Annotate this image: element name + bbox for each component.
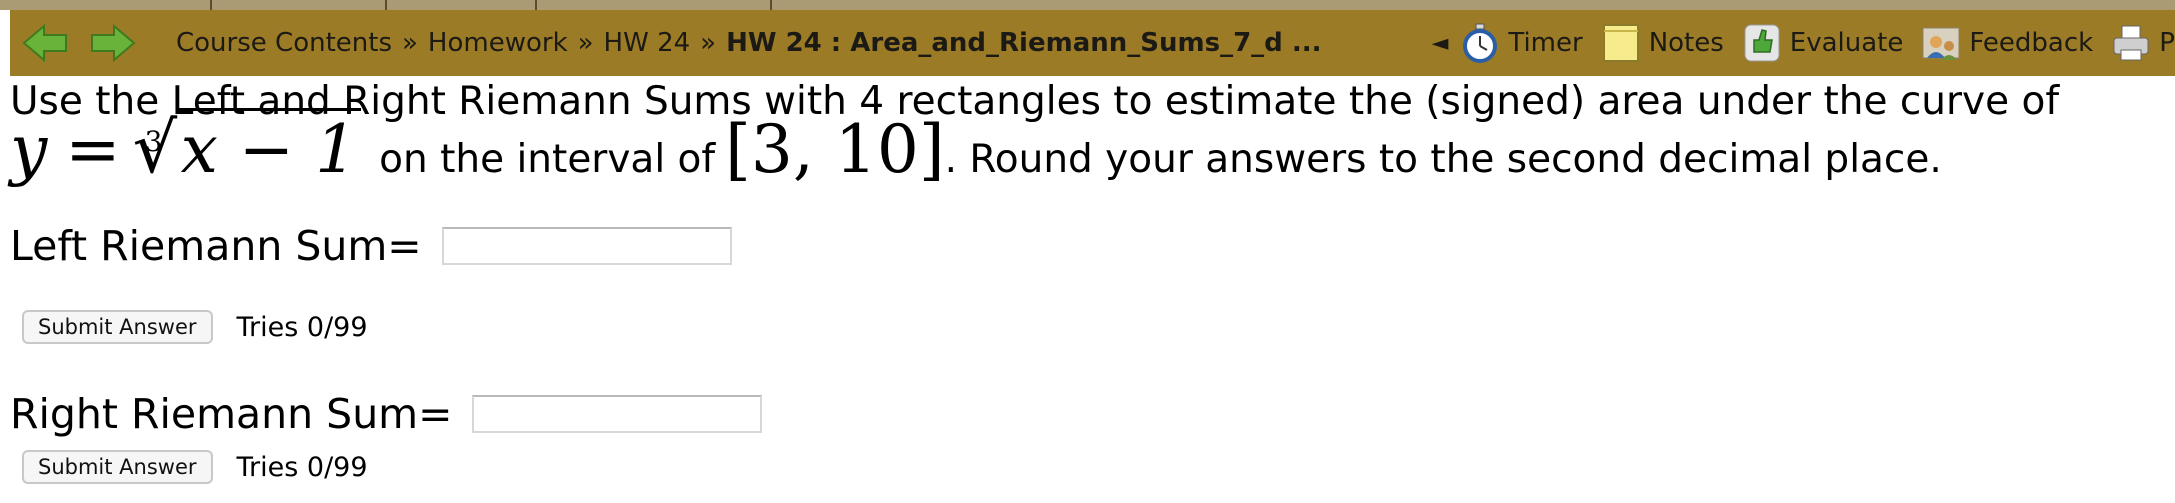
breadcrumb-current-problem: HW 24 : Area_and_Riemann_Sums_7_d ... [726,28,1322,58]
interval-value: [3, 10] [725,111,945,188]
interval-text: on the interval of [379,137,716,182]
tab-strip [0,0,2175,10]
feedback-button[interactable]: Feedback [1921,22,2093,64]
right-sum-row: Right Riemann Sum= [10,390,763,438]
tab-divider [770,0,772,10]
right-sum-label: Right Riemann Sum= [10,390,453,438]
notes-icon [1601,22,1641,64]
collapse-triangle-icon[interactable]: ◄ [1431,31,1448,56]
left-submit-button[interactable]: Submit Answer [22,310,213,344]
right-submit-button[interactable]: Submit Answer [22,450,213,484]
timer-button[interactable]: Timer [1460,22,1583,64]
problem-text-line2: y = √ 3 x − 1 on the interval of [3, 10]… [10,108,2170,188]
radicand: x − 1 [176,108,362,188]
left-sum-input[interactable] [441,227,732,265]
evaluate-icon [1742,22,1782,64]
evaluate-label: Evaluate [1789,28,1904,58]
left-sum-label: Left Riemann Sum= [10,222,422,270]
left-tries-count: Tries 0/99 [236,311,368,343]
tab-divider [385,0,387,10]
previous-arrow-icon[interactable] [22,23,68,63]
feedback-label: Feedback [1969,28,2094,58]
breadcrumb-course-contents[interactable]: Course Contents [176,28,392,58]
breadcrumb-hw24[interactable]: HW 24 [604,28,691,58]
tab-divider [535,0,537,10]
left-sum-row: Left Riemann Sum= [10,222,732,270]
root-index: 3 [144,125,163,158]
left-submit-row: Submit Answer Tries 0/99 [22,310,368,344]
breadcrumb-separator: » [700,28,717,58]
tab-divider [210,0,212,10]
breadcrumb-separator: » [402,28,418,58]
evaluate-button[interactable]: Evaluate [1742,22,1904,64]
problem-statement: Use the Left and Right Riemann Sums with… [10,78,2170,188]
next-arrow-icon[interactable] [90,23,136,63]
feedback-icon [1921,22,1961,64]
breadcrumb-separator: » [577,28,594,58]
breadcrumb-homework[interactable]: Homework [428,28,568,58]
notes-label: Notes [1648,28,1724,58]
right-tries-count: Tries 0/99 [236,451,368,483]
notes-button[interactable]: Notes [1601,22,1724,64]
print-label: Print [2159,28,2175,58]
navigation-bar: Course Contents » Homework » HW 24 » HW … [10,10,2175,76]
timer-label: Timer [1508,28,1583,58]
equation-lhs: y [10,111,48,188]
stopwatch-icon [1460,22,1500,64]
breadcrumb: Course Contents » Homework » HW 24 » HW … [176,28,1321,58]
printer-icon [2111,22,2151,64]
equation-equals: = [65,111,121,188]
right-sum-input[interactable] [472,395,763,433]
right-submit-row: Submit Answer Tries 0/99 [22,450,368,484]
print-button[interactable]: Print [2111,22,2175,64]
cube-root-expression: √ 3 x − 1 [133,108,362,188]
rounding-instructions: . Round your answers to the second decim… [944,137,1942,182]
